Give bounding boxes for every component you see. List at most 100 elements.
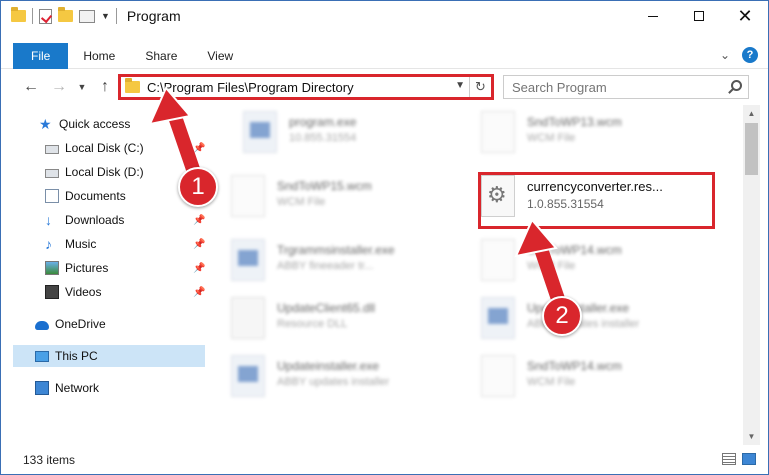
file-item[interactable]: UpdateClient65.dll Resource DLL xyxy=(223,291,463,347)
search-icon[interactable] xyxy=(731,80,742,91)
sidebar-item-this-pc[interactable]: This PC xyxy=(13,345,205,367)
pin-icon[interactable]: 📌 xyxy=(193,287,205,298)
address-dropdown-chevron-icon[interactable]: ▼ xyxy=(455,80,465,91)
sidebar-item-label: OneDrive xyxy=(55,317,106,331)
videos-icon xyxy=(45,285,59,299)
details-view-icon[interactable] xyxy=(722,453,736,465)
pin-icon[interactable]: 📌 xyxy=(193,143,205,154)
document-icon xyxy=(231,175,265,217)
up-arrow-icon[interactable]: ↑ xyxy=(91,78,119,96)
title-bar: ▼ Program ✕ xyxy=(1,1,768,31)
file-name: SndToWP15.wcm xyxy=(277,179,372,193)
maximize-button[interactable] xyxy=(676,1,722,31)
file-name: SndToWP13.wcm xyxy=(527,115,622,129)
step-2-badge: 2 xyxy=(542,296,582,336)
file-name: program.exe xyxy=(289,115,357,129)
file-item[interactable]: Updateinstaller.exe ABBY updates installe… xyxy=(223,349,463,405)
file-type: 10.855.31554 xyxy=(289,132,357,144)
sidebar-item-label: This PC xyxy=(55,349,98,363)
sidebar-item-videos[interactable]: Videos 📌 xyxy=(45,281,213,303)
pin-icon[interactable]: 📌 xyxy=(193,215,205,226)
computer-icon xyxy=(35,350,49,362)
sidebar-item-label: Videos xyxy=(65,285,102,299)
navigation-pane: ★ Quick access Local Disk (C:) 📌 Local D… xyxy=(1,105,213,445)
pin-icon[interactable]: 📌 xyxy=(193,239,205,250)
file-type: Resource DLL xyxy=(277,318,348,330)
address-path[interactable]: C:\Program Files\Program Directory xyxy=(147,80,354,95)
tab-share[interactable]: Share xyxy=(130,43,192,69)
sidebar-item-downloads[interactable]: ↓ Downloads 📌 xyxy=(45,209,213,231)
scroll-up-arrow-icon[interactable]: ▲ xyxy=(743,105,760,122)
pictures-icon xyxy=(45,261,59,275)
address-bar[interactable]: C:\Program Files\Program Directory ▼ ↻ xyxy=(118,74,494,100)
toolbar-separator xyxy=(115,8,117,24)
minimize-button[interactable] xyxy=(630,1,676,31)
target-file-highlight xyxy=(478,172,715,229)
step-1-badge: 1 xyxy=(178,167,218,207)
star-icon: ★ xyxy=(39,116,52,132)
documents-icon xyxy=(45,189,59,203)
recent-locations-chevron-icon[interactable]: ▼ xyxy=(73,82,91,92)
file-item[interactable]: SndToWP13.wcm WCM File xyxy=(473,105,713,161)
window-title: Program xyxy=(126,8,181,24)
search-box[interactable] xyxy=(503,75,749,99)
network-icon xyxy=(35,381,49,395)
tab-view[interactable]: View xyxy=(192,43,248,69)
sidebar-item-label: Local Disk (C:) xyxy=(65,141,144,155)
sidebar-item-quick-access[interactable]: ★ Quick access xyxy=(39,113,213,135)
file-type: ABBY updates installer xyxy=(277,376,390,388)
tab-home[interactable]: Home xyxy=(68,43,130,69)
drive-icon xyxy=(45,145,59,154)
sidebar-item-music[interactable]: ♪ Music 📌 xyxy=(45,233,213,255)
cloud-icon xyxy=(35,321,49,330)
dll-icon xyxy=(231,297,265,339)
vertical-scrollbar[interactable]: ▲ ▼ xyxy=(743,105,760,445)
back-arrow-icon[interactable]: ← xyxy=(17,78,45,96)
properties-check-icon[interactable] xyxy=(39,8,52,24)
large-icons-view-icon[interactable] xyxy=(742,453,756,465)
file-type: ABBY fineeader tr... xyxy=(277,260,374,272)
refresh-icon[interactable]: ↻ xyxy=(469,77,491,97)
download-icon: ↓ xyxy=(45,212,52,228)
ribbon-tabs: File Home Share View ⌄ ? xyxy=(1,42,768,69)
file-type: WCM File xyxy=(527,376,576,388)
file-name: SndToWP14.wcm xyxy=(527,359,622,373)
file-type: WCM File xyxy=(277,196,326,208)
pin-icon[interactable]: 📌 xyxy=(193,263,205,274)
toolbar-separator xyxy=(32,8,33,24)
file-name: Updateinstaller.exe xyxy=(277,359,380,373)
navigation-bar: ← → ▼ ↑ C:\Program Files\Program Directo… xyxy=(1,72,768,102)
file-name: UpdateClient65.dll xyxy=(277,301,376,315)
file-name: Trgrammsinstaller.exe xyxy=(277,243,395,257)
sidebar-item-pictures[interactable]: Pictures 📌 xyxy=(45,257,213,279)
sidebar-item-label: Music xyxy=(65,237,97,251)
folder-icon xyxy=(11,7,26,22)
new-folder-icon[interactable] xyxy=(58,7,73,22)
document-icon xyxy=(481,111,515,153)
sidebar-item-network[interactable]: Network xyxy=(35,377,213,399)
scroll-down-arrow-icon[interactable]: ▼ xyxy=(743,428,760,445)
executable-icon xyxy=(243,111,277,153)
executable-icon xyxy=(231,355,265,397)
file-item[interactable]: SndToWP14.wcm WCM File xyxy=(473,233,713,289)
sidebar-item-local-disk-c[interactable]: Local Disk (C:) 📌 xyxy=(45,137,213,159)
file-item[interactable]: SndToWP14.wcm WCM File xyxy=(473,349,713,405)
tab-file[interactable]: File xyxy=(13,42,69,69)
file-item[interactable]: SndToWP15.wcm WCM File xyxy=(223,169,463,225)
minimize-icon xyxy=(648,15,658,17)
file-item[interactable]: Trgrammsinstaller.exe ABBY fineeader tr..… xyxy=(223,233,463,289)
status-bar: 133 items xyxy=(1,445,768,474)
properties-icon[interactable] xyxy=(79,9,95,23)
search-input[interactable] xyxy=(512,79,712,95)
sidebar-item-label: Documents xyxy=(65,189,126,203)
expand-ribbon-chevron-icon[interactable]: ⌄ xyxy=(720,48,730,62)
scrollbar-thumb[interactable] xyxy=(745,123,758,175)
sidebar-item-label: Quick access xyxy=(59,117,131,131)
file-item[interactable]: program.exe 10.855.31554 xyxy=(235,105,475,161)
sidebar-item-onedrive[interactable]: OneDrive xyxy=(35,313,213,335)
customize-toolbar-chevron-icon[interactable]: ▼ xyxy=(101,11,110,21)
help-icon[interactable]: ? xyxy=(742,47,758,63)
close-button[interactable]: ✕ xyxy=(722,1,768,31)
file-item[interactable]: Updateinstaller.exeABBY updates installe… xyxy=(473,291,713,347)
forward-arrow-icon[interactable]: → xyxy=(45,78,73,96)
